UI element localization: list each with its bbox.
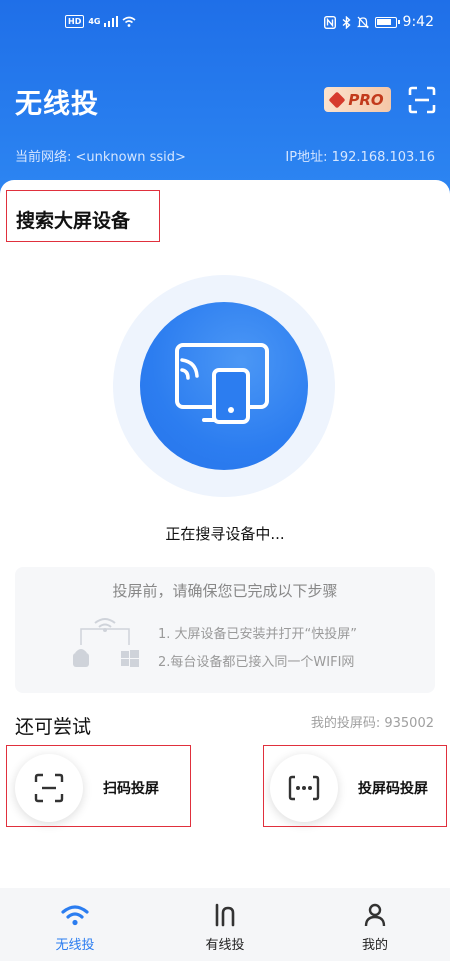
- network-illustration-icon: [73, 618, 139, 667]
- highlight-box: [263, 745, 447, 827]
- status-right: 9:42: [323, 14, 434, 30]
- tip-step-1: 1. 大屏设备已安装并打开“快投屏”: [158, 627, 358, 642]
- search-animation: [140, 302, 308, 470]
- my-cast-code: 我的投屏码: 935002: [310, 716, 434, 731]
- current-network: 当前网络: <unknown ssid>: [15, 150, 186, 165]
- highlight-box: [6, 745, 191, 827]
- gem-icon: [328, 91, 346, 108]
- nav-label-wireless: 无线投: [55, 938, 95, 953]
- nav-item-profile[interactable]: 我的: [300, 888, 450, 961]
- scan-icon[interactable]: [408, 86, 436, 114]
- bottom-nav: 无线投 有线投 我的: [0, 888, 450, 961]
- clock: 9:42: [402, 14, 434, 30]
- person-icon: [361, 902, 389, 928]
- pro-badge[interactable]: PRO: [324, 87, 391, 112]
- ip-address: IP地址: 192.168.103.16: [285, 150, 435, 165]
- main-card: 搜索大屏设备 正在搜寻设备中... 投屏前，请确保您已完成以下步骤 1. 大屏设…: [0, 180, 450, 961]
- tips-title: 投屏前，请确保您已完成以下步骤: [112, 582, 338, 600]
- try-section-title: 还可尝试: [15, 716, 92, 738]
- wifi-status-icon: [122, 16, 136, 27]
- nav-label-profile: 我的: [361, 938, 388, 953]
- cable-icon: [211, 902, 239, 928]
- cast-device-icon: [175, 343, 269, 424]
- status-left: HD 4G: [65, 15, 136, 28]
- header: HD 4G 9:42 无线投 PRO 当前网络: <unknown ssid> …: [0, 0, 450, 200]
- highlight-box: [6, 190, 160, 242]
- hd-badge: HD: [65, 15, 85, 28]
- wifi-icon: [61, 902, 89, 928]
- searching-status: 正在搜寻设备中...: [165, 525, 285, 543]
- bluetooth-icon: [342, 15, 351, 29]
- search-radar: [113, 275, 335, 497]
- nav-item-wireless[interactable]: 无线投: [0, 888, 150, 961]
- status-bar: HD 4G 9:42: [0, 12, 450, 38]
- nfc-icon: [323, 15, 336, 29]
- mute-icon: [356, 16, 369, 28]
- tips-panel: 投屏前，请确保您已完成以下步骤 1. 大屏设备已安装并打开“快投屏” 2.每台设…: [15, 567, 435, 693]
- app-title: 无线投: [15, 89, 99, 120]
- nav-item-wired[interactable]: 有线投: [150, 888, 300, 961]
- battery-icon: [374, 16, 400, 28]
- nav-label-wired: 有线投: [205, 938, 245, 953]
- pro-label: PRO: [348, 90, 384, 109]
- network-type: 4G: [88, 17, 101, 26]
- signal-icon: [104, 16, 119, 27]
- tip-step-2: 2.每台设备都已接入同一个WIFI网: [158, 655, 355, 670]
